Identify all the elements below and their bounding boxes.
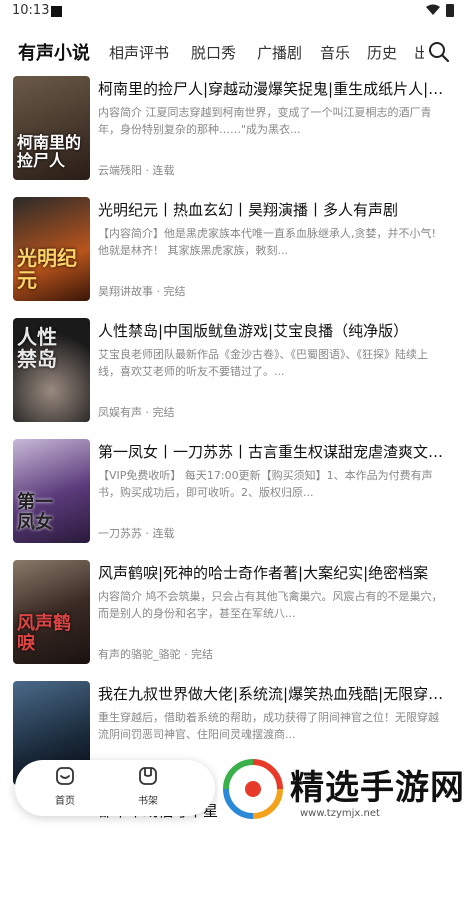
book-status: 完结: [163, 285, 186, 298]
watermark-url: www.tzymjx.net: [300, 808, 380, 819]
cover-title: 光明纪元: [17, 246, 77, 292]
book-title: 柯南里的捡尸人|穿越动漫爆笑捉鬼|重生成纸片人|热门: [98, 80, 453, 98]
book-author: 昊翔讲故事: [98, 285, 153, 298]
tab-history[interactable]: 历史: [367, 42, 397, 63]
book-title: 第一凤女丨一刀苏苏丨古言重生权谋甜宠虐渣爽文丨V...: [98, 443, 453, 461]
book-item[interactable]: 人性禁岛 人性禁岛|中国版鱿鱼游戏|艾宝良播（纯净版） 艾宝良老师团队最新作品《…: [0, 316, 465, 426]
tab-more[interactable]: 出: [414, 42, 424, 63]
tab-audio-novel[interactable]: 有声小说: [18, 39, 90, 65]
home-icon: [56, 767, 74, 785]
nav-home-label: 首页: [55, 796, 75, 807]
cover-title: 第一凤女: [17, 492, 53, 533]
watermark-text: 精选手游网: [290, 768, 465, 808]
cover-title: 风声鹤唳: [17, 613, 71, 654]
book-status: 完结: [191, 648, 213, 661]
book-meta: 一刀苏苏 · 连载: [98, 527, 175, 540]
book-item[interactable]: 风声鹤唳 风声鹤唳|死神的哈士奇作者著|大案纪实|绝密档案 内容简介 鸠不会筑巢…: [0, 558, 465, 668]
book-desc: 艾宝良老师团队最新作品《金沙古卷》、《巴蜀图语》、《狂探》陆续上线，喜欢艾老师的…: [98, 348, 428, 378]
book-author: 凤娱有声: [98, 406, 142, 419]
book-title: 风声鹤唳|死神的哈士奇作者著|大案纪实|绝密档案: [98, 564, 429, 582]
tab-music[interactable]: 音乐: [320, 42, 350, 63]
book-desc: 内容简介 鸠不会筑巢，只会占有其他飞禽巢穴。风宸占有的不是巢穴，而是别人的身份和…: [98, 590, 443, 620]
book-author: 云端残阳: [98, 164, 142, 177]
watermark: 精选手游网 www.tzymjx.net: [218, 752, 465, 828]
book-title: 我在九叔世界做大佬|系统流|爆笑热血残酷|无限穿越|...: [98, 685, 453, 703]
book-cover: 第一凤女: [13, 439, 90, 543]
bottom-nav: 首页 书架: [15, 760, 215, 816]
book-cover: 风声鹤唳: [13, 560, 90, 664]
book-item[interactable]: 第一凤女 第一凤女丨一刀苏苏丨古言重生权谋甜宠虐渣爽文丨V... 【VIP免费收…: [0, 437, 465, 547]
bookshelf-icon: [139, 767, 157, 785]
book-cover: 光明纪元: [13, 197, 90, 301]
watermark-logo: [223, 759, 283, 819]
cover-title: 人性禁岛: [17, 325, 57, 371]
book-meta: 昊翔讲故事 · 完结: [98, 285, 186, 298]
book-desc: 内容简介 江夏同志穿越到柯南世界，变成了一个叫江夏桐志的酒厂青年，身份特别复杂的…: [98, 106, 432, 136]
book-status: 连载: [152, 164, 175, 177]
book-cover: 柯南里的捡尸人: [13, 76, 90, 180]
book-desc: 【VIP免费收听】 每天17:00更新【购买须知】1、本作品为付费有声书，购买成…: [98, 469, 433, 499]
category-tabs: 有声小说 相声评书 脱口秀 广播剧 音乐 历史 出: [0, 36, 465, 72]
book-item[interactable]: 光明纪元 光明纪元丨热血玄幻丨昊翔演播丨多人有声剧 【内容简介】他是黑虎家族本代…: [0, 195, 465, 305]
book-title: 光明纪元丨热血玄幻丨昊翔演播丨多人有声剧: [98, 201, 399, 219]
status-time: 10:13: [12, 3, 50, 18]
book-cover: 人性禁岛: [13, 318, 90, 422]
status-bar: 10:13: [0, 0, 465, 22]
search-icon[interactable]: [428, 41, 450, 63]
book-status: 连载: [152, 527, 175, 540]
wifi-icon: [426, 4, 440, 15]
tab-crosstalk[interactable]: 相声评书: [109, 42, 169, 63]
nav-bookshelf[interactable]: 书架: [118, 766, 178, 807]
tab-radio-drama[interactable]: 广播剧: [257, 42, 302, 63]
book-title: 人性禁岛|中国版鱿鱼游戏|艾宝良播（纯净版）: [98, 322, 409, 340]
book-author: 有声的骆驼_骆驼: [98, 648, 181, 661]
tab-talkshow[interactable]: 脱口秀: [191, 42, 236, 63]
book-desc: 【内容简介】他是黑虎家族本代唯一直系血脉继承人,贪婪，并不小气! 他就是林齐！ …: [98, 227, 436, 257]
book-desc: 重生穿越后，借助着系统的帮助，成功获得了阴间神官之位！无限穿越流阴间罚恶司神官、…: [98, 711, 439, 741]
nav-home[interactable]: 首页: [35, 766, 95, 807]
notification-icon: [51, 6, 62, 17]
book-meta: 凤娱有声 · 完结: [98, 406, 175, 419]
book-status: 完结: [152, 406, 175, 419]
book-item[interactable]: 柯南里的捡尸人 柯南里的捡尸人|穿越动漫爆笑捉鬼|重生成纸片人|热门 内容简介 …: [0, 74, 465, 184]
book-meta: 云端残阳 · 连载: [98, 164, 175, 177]
cover-title: 柯南里的捡尸人: [17, 133, 82, 170]
book-author: 一刀苏苏: [98, 527, 142, 540]
nav-bookshelf-label: 书架: [138, 796, 158, 807]
battery-icon: [446, 4, 454, 17]
book-meta: 有声的骆驼_骆驼 · 完结: [98, 648, 213, 661]
